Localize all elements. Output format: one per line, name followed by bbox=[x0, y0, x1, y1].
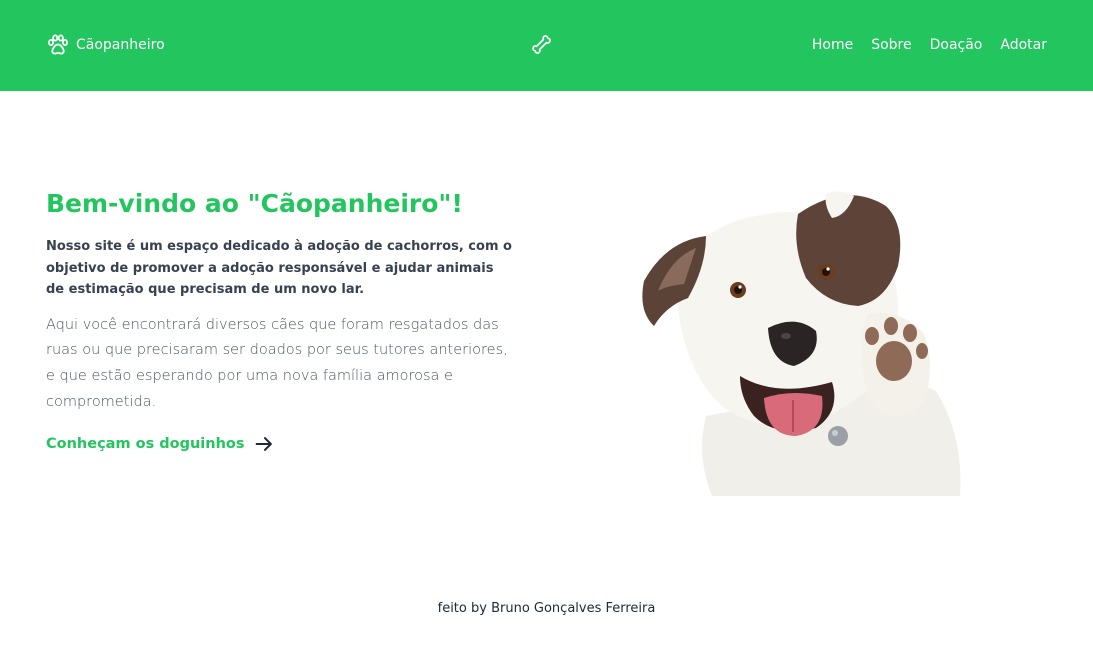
hero-description: Aqui você encontrará diversos cães que f… bbox=[46, 316, 508, 410]
arrow-right-icon bbox=[255, 437, 272, 452]
bone-icon bbox=[532, 35, 551, 54]
meet-dogs-link[interactable]: Conheçam os doguinhos bbox=[46, 433, 516, 455]
brand-name: Cãopanheiro bbox=[76, 37, 165, 53]
site-footer: feito by Bruno Gonçalves Ferreira bbox=[0, 598, 1093, 620]
paw-icon bbox=[48, 34, 68, 55]
main-nav: Home Sobre Doação Adotar bbox=[812, 33, 1047, 57]
meet-dogs-label: Conheçam os doguinhos bbox=[46, 436, 245, 453]
nav-link-sobre[interactable]: Sobre bbox=[871, 33, 911, 57]
nav-link-home[interactable]: Home bbox=[812, 33, 853, 57]
hero-title: Bem-vindo ao "Cãopanheiro"! bbox=[46, 189, 463, 218]
site-header: Cãopanheiro Home Sobre Doação Adotar bbox=[0, 0, 1093, 91]
hero-section: Bem-vindo ao "Cãopanheiro"! Nosso site é… bbox=[46, 186, 516, 455]
dog-waving-photo bbox=[642, 191, 961, 496]
brand-link[interactable]: Cãopanheiro bbox=[46, 33, 165, 57]
nav-link-doacao[interactable]: Doação bbox=[930, 33, 983, 57]
hero-lead: Nosso site é um espaço dedicado à adoção… bbox=[46, 239, 512, 297]
nav-link-adotar[interactable]: Adotar bbox=[1000, 33, 1047, 57]
footer-credit: feito by Bruno Gonçalves Ferreira bbox=[437, 601, 656, 616]
